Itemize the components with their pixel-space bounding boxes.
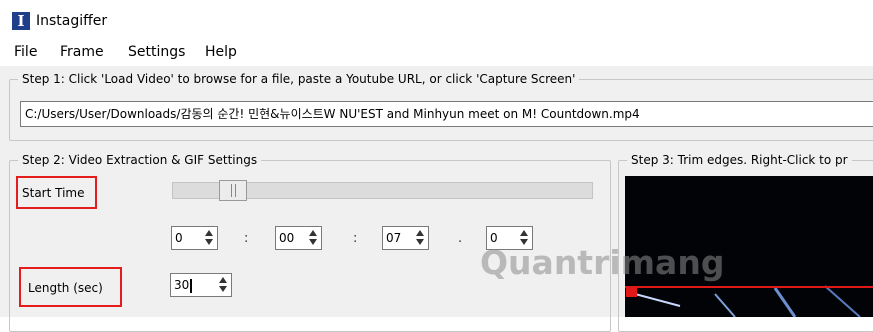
hours-value: 0 (175, 231, 183, 245)
window-title: Instagiffer (36, 13, 108, 29)
seconds-spinner[interactable]: 07 (382, 226, 429, 250)
spinner-arrows-icon[interactable] (414, 229, 426, 247)
length-label: Length (sec) (28, 281, 103, 295)
start-time-slider-thumb[interactable] (219, 180, 247, 201)
start-time-label: Start Time (22, 186, 85, 200)
time-separator: . (458, 231, 463, 246)
menu-bar: File Frame Settings Help (0, 38, 873, 66)
step2-legend: Step 2: Video Extraction & GIF Settings (18, 152, 262, 168)
spinner-arrows-icon[interactable] (203, 229, 215, 247)
seconds-value: 07 (386, 231, 402, 245)
menu-file[interactable]: File (14, 43, 37, 61)
spinner-arrows-icon[interactable] (307, 229, 319, 247)
length-spinner[interactable]: 30 (170, 273, 232, 297)
step3-legend: Step 3: Trim edges. Right-Click to pr (627, 152, 852, 168)
step1-legend: Step 1: Click 'Load Video' to browse for… (18, 71, 580, 87)
menu-frame[interactable]: Frame (60, 43, 104, 61)
title-bar: I Instagiffer (0, 0, 873, 38)
trim-handle[interactable] (626, 286, 637, 297)
trim-edge-line[interactable] (625, 286, 873, 288)
spinner-arrows-icon[interactable] (217, 276, 229, 294)
watermark-logo: Quantrimang (480, 243, 725, 282)
instagiffer-app-icon: I (12, 12, 30, 30)
time-separator: : (244, 231, 249, 246)
video-path-input[interactable]: C:/Users/User/Downloads/감동의 순간! 민현&뉴이스트W… (20, 101, 873, 127)
length-value: 30 (174, 274, 193, 296)
step1-group: Step 1: Click 'Load Video' to browse for… (9, 71, 873, 141)
hours-spinner[interactable]: 0 (171, 226, 218, 250)
time-separator: : (353, 231, 358, 246)
menu-settings[interactable]: Settings (128, 43, 185, 61)
menu-help[interactable]: Help (205, 43, 237, 61)
minutes-spinner[interactable]: 00 (275, 226, 322, 250)
minutes-value: 00 (279, 231, 295, 245)
